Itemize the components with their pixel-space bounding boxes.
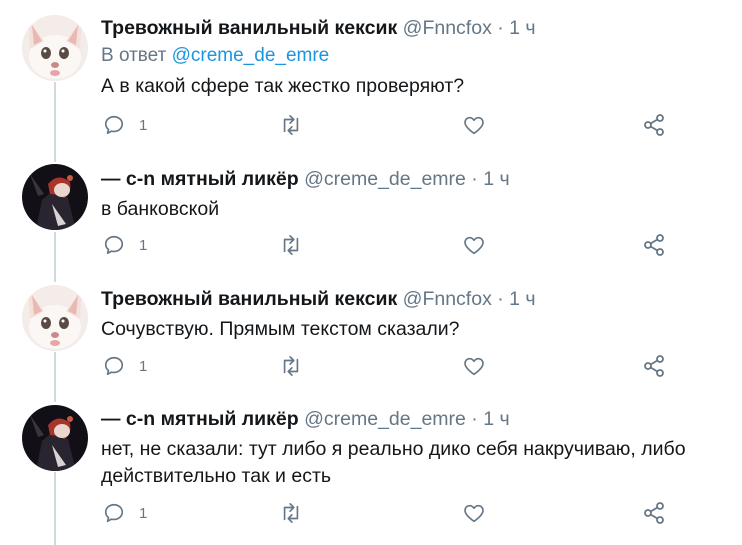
dark-avatar-icon [22,405,88,471]
reply-to-prefix: В ответ [101,45,167,66]
like-icon [464,357,484,376]
author-handle[interactable]: @creme_de_emre [304,168,466,190]
tweet-actions: 1 [101,498,701,528]
reply-button[interactable]: 1 [103,230,147,260]
reply-icon [104,115,124,135]
reply-icon [104,235,124,255]
share-button[interactable] [642,498,666,528]
retweet-icon [283,115,299,135]
thread-line [54,352,56,402]
tweet-text-line: в банковской [101,198,220,220]
avatar[interactable] [22,15,88,81]
author-name[interactable]: Тревожный ванильный кексик [101,288,397,310]
like-button[interactable] [463,498,485,528]
author-name[interactable]: — c-n мятный ликёр [101,408,299,430]
reply-button[interactable]: 1 [103,498,147,528]
author-handle[interactable]: @creme_de_emre [304,408,466,430]
tweet-text: в банковской [101,196,730,223]
separator-dot: · [497,17,504,39]
reply-count: 1 [139,116,148,134]
retweet-button[interactable] [279,110,303,140]
tweet-header: — c-n мятный ликёр @creme_de_emre · 1 ч [101,166,730,192]
author-handle[interactable]: @Fnncfox [403,288,492,310]
thread-line [54,472,56,545]
timestamp[interactable]: 1 ч [483,408,509,430]
avatar[interactable] [22,405,88,471]
reply-count: 1 [139,504,148,522]
tweet-actions: 1 [101,351,701,381]
mention-link[interactable]: @creme_de_emre [172,45,330,66]
separator-dot: · [471,408,478,430]
tweet-header: Тревожный ванильный кексик @Fnncfox · 1 … [101,15,730,41]
retweet-icon [283,235,299,255]
tweet-text: нет, не сказали: тут либо я реально дико… [101,436,730,490]
like-icon [464,236,484,255]
timestamp[interactable]: 1 ч [483,168,509,190]
fox-avatar-icon [22,285,88,351]
tweet-actions: 1 [101,110,701,140]
like-icon [464,116,484,135]
timestamp[interactable]: 1 ч [509,288,535,310]
retweet-button[interactable] [279,351,303,381]
like-button[interactable] [463,110,485,140]
tweet-text-line: нет, не сказали: тут либо я реально дико… [101,438,686,460]
like-icon [464,504,484,523]
share-button[interactable] [642,351,666,381]
share-icon [644,502,664,524]
avatar[interactable] [22,285,88,351]
retweet-button[interactable] [279,230,303,260]
reply-count: 1 [139,236,148,254]
share-button[interactable] [642,110,666,140]
tweet-header: Тревожный ванильный кексик @Fnncfox · 1 … [101,286,730,312]
like-button[interactable] [463,230,485,260]
tweet-text: Сочувствую. Прямым текстом сказали? [101,316,730,343]
separator-dot: · [497,288,504,310]
dark-avatar-icon [22,164,88,230]
thread-line [54,82,56,162]
author-name[interactable]: Тревожный ванильный кексик [101,17,397,39]
reply-to-line: В ответ @creme_de_emre [101,43,730,69]
tweet-actions: 1 [101,230,701,260]
tweet-text: А в какой сфере так жестко проверяют? [101,73,730,100]
author-handle[interactable]: @Fnncfox [403,17,492,39]
avatar[interactable] [22,164,88,230]
thread-line [54,232,56,282]
reply-icon [104,356,124,376]
tweet-text-line: А в какой сфере так жестко проверяют? [101,75,465,97]
retweet-icon [283,503,299,523]
separator-dot: · [471,168,478,190]
share-icon [644,355,664,377]
share-icon [644,114,664,136]
reply-icon [104,503,124,523]
reply-count: 1 [139,357,148,375]
author-name[interactable]: — c-n мятный ликёр [101,168,299,190]
retweet-icon [283,356,299,376]
reply-button[interactable]: 1 [103,351,147,381]
share-icon [644,234,664,256]
tweet-text-line: Сочувствую. Прямым текстом сказали? [101,318,460,340]
retweet-button[interactable] [279,498,303,528]
share-button[interactable] [642,230,666,260]
timestamp[interactable]: 1 ч [509,17,535,39]
tweet-header: — c-n мятный ликёр @creme_de_emre · 1 ч [101,406,730,432]
like-button[interactable] [463,351,485,381]
fox-avatar-icon [22,15,88,81]
tweet-text-line: действительно так и есть [101,465,332,487]
reply-button[interactable]: 1 [103,110,147,140]
